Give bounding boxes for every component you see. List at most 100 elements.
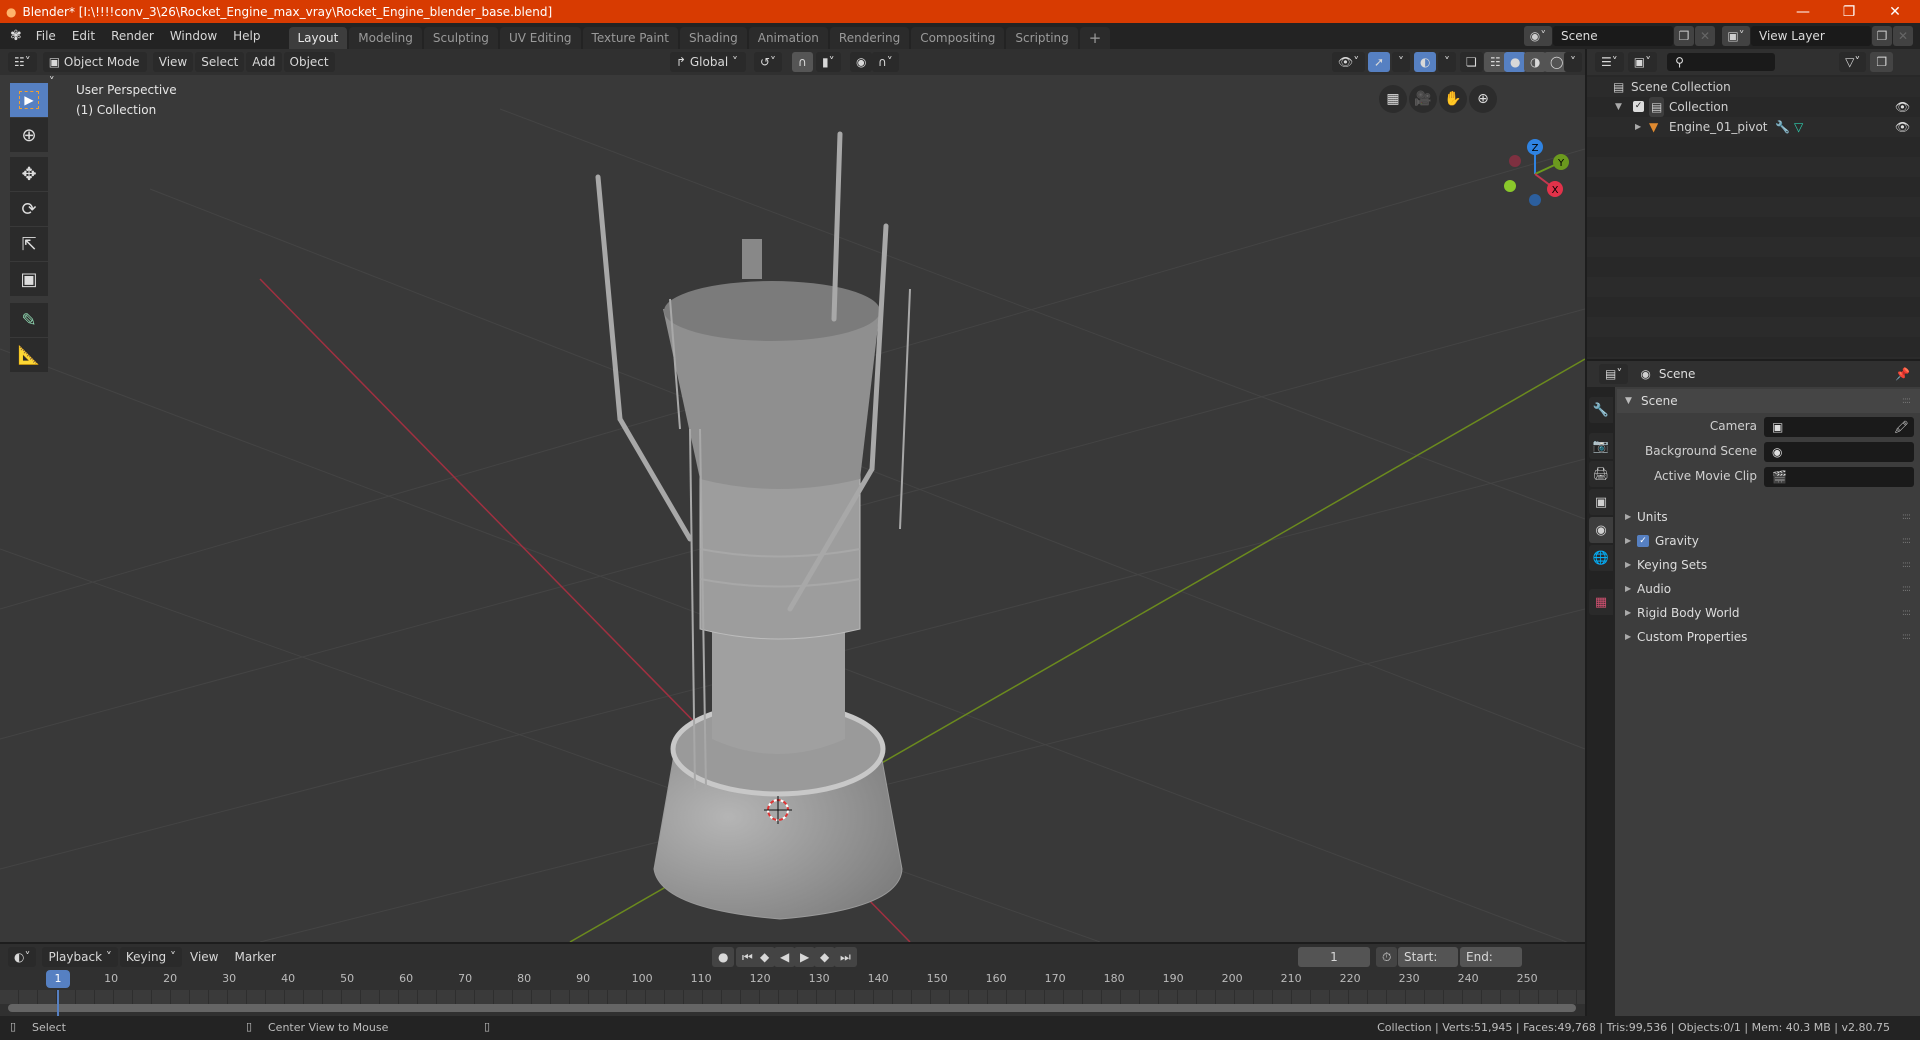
drag-handle-icon[interactable]: ::::: [1902, 529, 1911, 553]
maximize-button[interactable]: ❐: [1826, 0, 1872, 23]
tab-scripting[interactable]: Scripting: [1006, 27, 1078, 49]
drag-handle-icon[interactable]: ::::: [1902, 625, 1911, 649]
navigation-gizmo[interactable]: Z Y X: [1504, 139, 1569, 206]
transform-tool[interactable]: ▣: [10, 262, 48, 296]
new-scene-icon[interactable]: ❐: [1674, 26, 1694, 46]
neg-y-axis-dot[interactable]: [1504, 180, 1516, 192]
audio-panel-header[interactable]: ▶ Audio ::::: [1617, 577, 1920, 601]
minimize-button[interactable]: —: [1780, 0, 1826, 23]
menu-edit[interactable]: Edit: [64, 23, 103, 49]
shading-dropdown[interactable]: ˅: [1564, 52, 1582, 72]
tab-texture-paint[interactable]: Texture Paint: [582, 27, 678, 49]
delete-scene-icon[interactable]: ✕: [1695, 26, 1715, 46]
3d-viewport[interactable]: Z Y X ☷˅ ▣ Object Mode ˅ View Select Add…: [0, 49, 1585, 942]
rigid-body-world-panel-header[interactable]: ▶ Rigid Body World ::::: [1617, 601, 1920, 625]
tab-texture[interactable]: ▦: [1589, 589, 1613, 615]
xray-toggle[interactable]: ❏: [1460, 52, 1483, 72]
toggle-camera-ortho-button[interactable]: ▦: [1379, 85, 1407, 113]
drag-handle-icon[interactable]: ::::: [1902, 553, 1911, 577]
snap-toggle[interactable]: ∩: [792, 52, 813, 72]
end-frame-field[interactable]: End: 250: [1460, 947, 1522, 984]
tab-rendering[interactable]: Rendering: [829, 27, 910, 49]
menu-object[interactable]: Object: [283, 52, 335, 72]
tab-animation[interactable]: Animation: [748, 27, 828, 49]
transform-orientation-dropdown[interactable]: ↱ Global ˅: [670, 52, 746, 72]
playback-menu[interactable]: Playback ˅: [42, 947, 118, 967]
menu-select[interactable]: Select: [195, 52, 245, 72]
outliner-editor-type-icon[interactable]: ☰˅: [1595, 52, 1624, 72]
expand-object-icon[interactable]: ▶: [1635, 117, 1641, 137]
pivot-point-dropdown[interactable]: ↺˅: [754, 52, 783, 72]
neg-z-axis-dot[interactable]: [1529, 194, 1541, 206]
eyedropper-icon[interactable]: 🖍: [1894, 417, 1909, 437]
object-mode-dropdown[interactable]: ▣ Object Mode ˅: [42, 52, 147, 89]
scale-tool[interactable]: ⇱: [10, 227, 48, 261]
close-button[interactable]: ✕: [1872, 0, 1918, 23]
outliner-row-collection[interactable]: ▼ ✓ ▤ Collection 👁: [1587, 97, 1920, 117]
display-mode-dropdown[interactable]: ▣˅: [1627, 52, 1658, 72]
playhead-frame-badge[interactable]: 1: [46, 970, 70, 988]
drag-handle-icon[interactable]: ::::: [1902, 577, 1911, 601]
snap-target-dropdown[interactable]: ▮˅: [816, 52, 841, 72]
tab-layout[interactable]: Layout: [288, 27, 348, 49]
tab-uv-editing[interactable]: UV Editing: [499, 27, 581, 49]
editor-type-icon[interactable]: ☷˅: [8, 52, 37, 72]
prev-keyframe-button[interactable]: ◆: [754, 947, 776, 967]
drag-handle-icon[interactable]: ::::: [1902, 601, 1911, 625]
properties-editor-type-icon[interactable]: ▤˅: [1599, 364, 1629, 384]
delete-view-layer-icon[interactable]: ✕: [1893, 26, 1913, 46]
marker-menu[interactable]: Marker: [226, 944, 283, 970]
timeline-editor-type-icon[interactable]: ◐˅: [8, 947, 37, 967]
add-workspace-button[interactable]: +: [1079, 27, 1111, 49]
start-frame-field[interactable]: Start: 1: [1398, 947, 1458, 984]
tab-compositing[interactable]: Compositing: [911, 27, 1005, 49]
units-panel-header[interactable]: ▶ Units ::::: [1617, 505, 1920, 529]
menu-help[interactable]: Help: [225, 23, 268, 49]
menu-render[interactable]: Render: [103, 23, 162, 49]
scene-name-field[interactable]: Scene: [1553, 26, 1673, 46]
menu-add[interactable]: Add: [246, 52, 282, 72]
keying-sets-panel-header[interactable]: ▶ Keying Sets ::::: [1617, 553, 1920, 577]
play-reverse-button[interactable]: ◀: [774, 947, 796, 967]
view-layer-field[interactable]: View Layer: [1751, 26, 1871, 46]
expand-collection-icon[interactable]: ▼: [1615, 97, 1622, 117]
collection-checkbox[interactable]: ✓: [1633, 101, 1644, 112]
overlays-toggle[interactable]: ◐: [1414, 52, 1437, 72]
cursor-tool[interactable]: ⊕: [10, 118, 48, 152]
custom-properties-panel-header[interactable]: ▶ Custom Properties ::::: [1617, 625, 1920, 649]
tab-render[interactable]: 📷: [1589, 433, 1613, 459]
pan-view-button[interactable]: ✋: [1439, 85, 1467, 113]
gravity-panel-header[interactable]: ▶ ✓ Gravity ::::: [1617, 529, 1920, 553]
tab-scene[interactable]: ◉: [1589, 517, 1613, 543]
timeline-scrollbar[interactable]: [8, 1004, 1576, 1012]
tab-tool[interactable]: 🔧: [1589, 397, 1613, 423]
rocket-engine-model[interactable]: [595, 131, 911, 920]
move-tool[interactable]: ✥: [10, 157, 48, 191]
menu-file[interactable]: File: [28, 23, 64, 49]
pin-icon[interactable]: 📌: [1895, 367, 1910, 381]
timeline-view-menu[interactable]: View: [182, 944, 226, 970]
gizmo-dropdown[interactable]: ˅: [1392, 52, 1410, 72]
camera-field[interactable]: ▣ 🖍: [1764, 417, 1914, 437]
timeline-ruler[interactable]: 1 10 20 30 40 50 60 70 80 90 100 110 120 130 140 150 16…: [0, 970, 1585, 1016]
drag-handle-icon[interactable]: ::::: [1902, 389, 1911, 413]
proportional-edit-toggle[interactable]: ◉: [850, 52, 873, 72]
menu-view[interactable]: View: [152, 52, 194, 72]
new-view-layer-icon[interactable]: ❐: [1872, 26, 1892, 46]
keying-menu[interactable]: Keying ˅: [119, 947, 182, 967]
next-keyframe-button[interactable]: ◆: [814, 947, 836, 967]
annotate-tool[interactable]: ✎: [10, 303, 48, 337]
proportional-falloff-dropdown[interactable]: ∩˅: [872, 52, 899, 72]
collection-visibility-eye-icon[interactable]: 👁: [1895, 97, 1910, 117]
record-button[interactable]: ●: [712, 947, 735, 967]
gizmo-toggle[interactable]: ➚: [1368, 52, 1391, 72]
object-visibility-eye-icon[interactable]: 👁: [1895, 117, 1910, 137]
outliner-search-input[interactable]: ⚲: [1667, 53, 1776, 71]
tab-output[interactable]: 🖨: [1589, 461, 1613, 487]
zoom-view-button[interactable]: ⊕: [1469, 85, 1497, 113]
outliner-row-scene-collection[interactable]: ▤ Scene Collection: [1587, 77, 1920, 97]
outliner-row-engine-01-pivot[interactable]: ▶ ▼ Engine_01_pivot 🔧 ▽ 👁: [1587, 117, 1920, 137]
select-box-tool[interactable]: ▶: [10, 83, 48, 117]
gravity-checkbox[interactable]: ✓: [1637, 535, 1649, 547]
scene-selector-icon[interactable]: ◉˅: [1524, 26, 1552, 46]
